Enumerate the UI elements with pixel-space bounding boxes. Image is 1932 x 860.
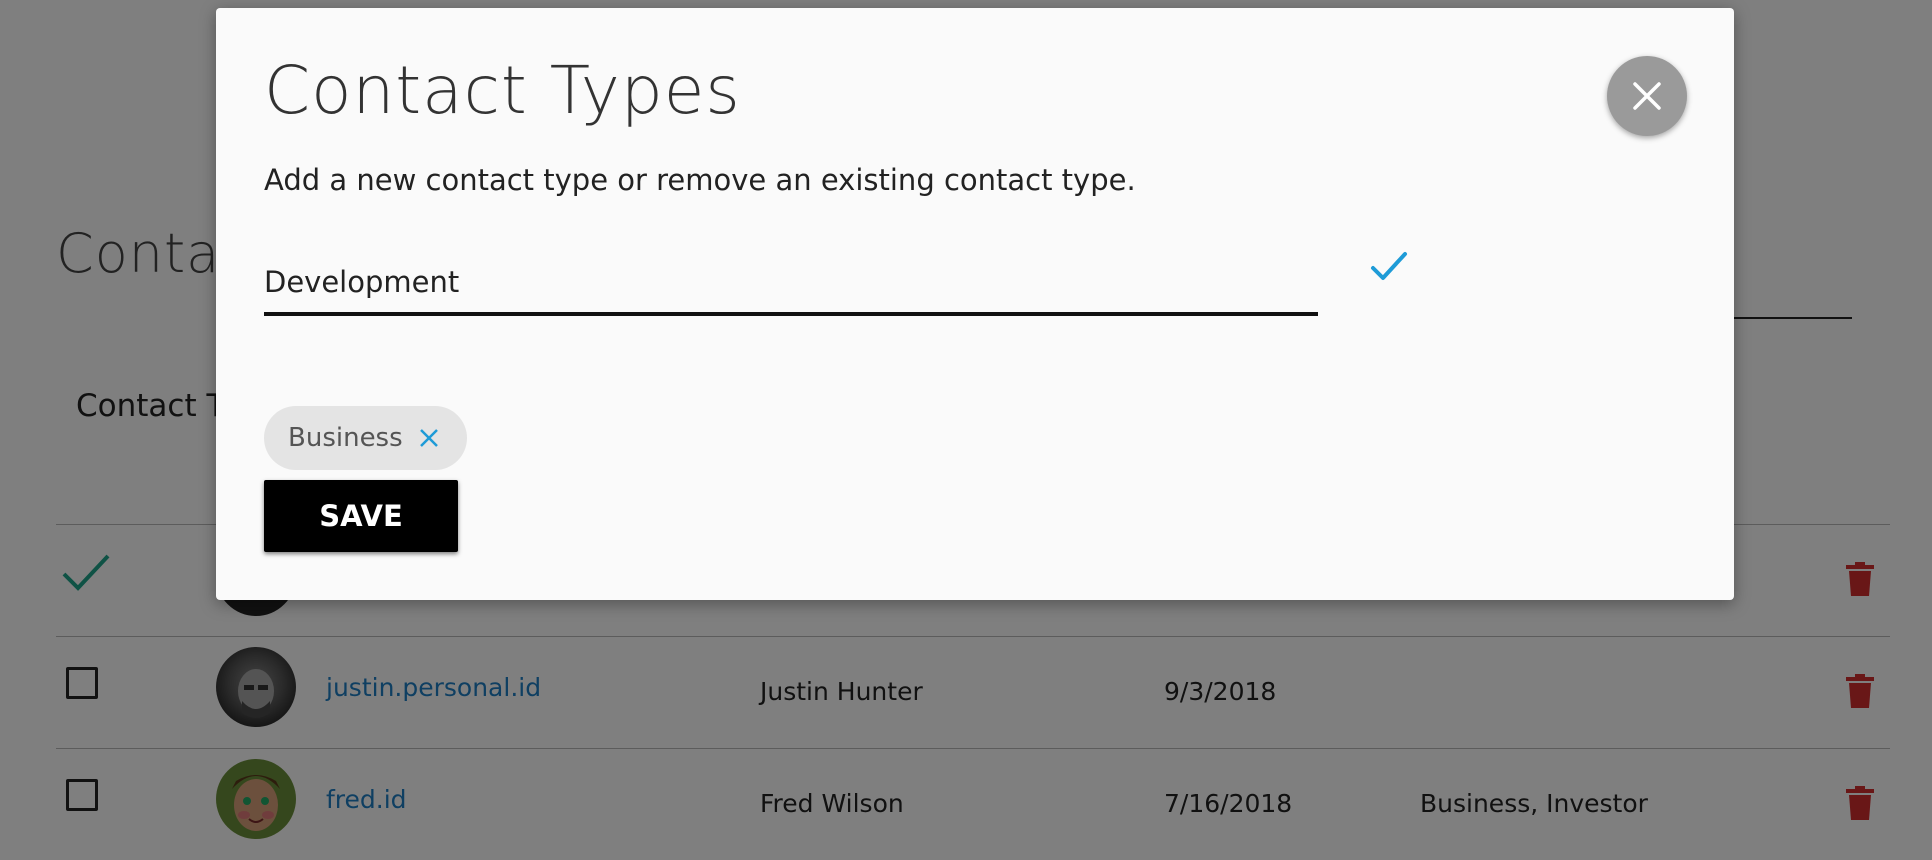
checkmark-icon[interactable] [1369,248,1409,284]
close-icon[interactable] [419,428,439,448]
contact-type-input[interactable] [264,252,1318,316]
chip-label: Business [288,423,403,453]
contact-types-dialog: Contact Types Add a new contact type or … [216,8,1734,600]
dialog-description: Add a new contact type or remove an exis… [264,163,1136,197]
close-button[interactable] [1607,56,1687,136]
contacts-page: Contacts Contact Types justin.personal.i… [0,0,1932,860]
close-icon [1633,82,1661,110]
dialog-title: Contact Types [264,52,741,129]
save-button[interactable]: SAVE [264,480,458,552]
contact-type-chip: Business [264,406,467,470]
